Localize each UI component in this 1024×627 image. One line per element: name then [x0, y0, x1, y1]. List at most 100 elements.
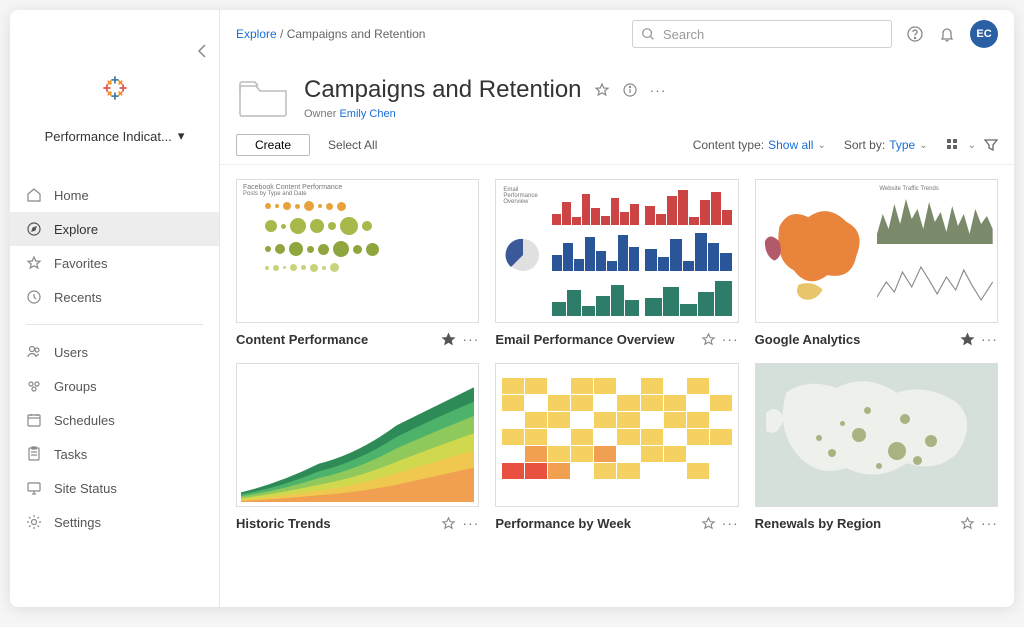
nav-item-tasks[interactable]: Tasks	[10, 437, 219, 471]
content-grid: Facebook Content Performance Posts by Ty…	[236, 179, 998, 531]
card-thumbnail[interactable]	[755, 363, 998, 507]
owner-label: Owner	[304, 108, 336, 120]
nav-item-recents[interactable]: Recents	[10, 280, 219, 314]
caret-down-icon: ▾	[178, 128, 185, 144]
card-title[interactable]: Performance by Week	[495, 516, 694, 531]
sidebar: Performance Indicat... ▾ Home Explore	[10, 10, 220, 607]
card-more-button[interactable]: ···	[722, 331, 739, 347]
content-card: Renewals by Region ···	[755, 363, 998, 531]
toolbar: Create Select All Content type: Show all…	[220, 120, 1014, 165]
nav-item-label: Explore	[54, 222, 98, 237]
card-more-button[interactable]: ···	[722, 515, 739, 531]
breadcrumb-current: Campaigns and Retention	[287, 27, 426, 41]
collapse-sidebar-button[interactable]	[197, 44, 207, 58]
card-more-button[interactable]: ···	[462, 331, 479, 347]
search-box[interactable]	[632, 20, 892, 48]
notifications-icon[interactable]	[938, 25, 956, 43]
chevron-down-icon: ⌄	[968, 140, 976, 151]
create-button[interactable]: Create	[236, 134, 310, 156]
content-card: Historic Trends ···	[236, 363, 479, 531]
favorite-page-button[interactable]	[594, 82, 610, 98]
nav-secondary: Users Groups Schedules Tasks	[10, 335, 219, 539]
page-header: Campaigns and Retention ··· Owner Emily …	[220, 58, 1014, 120]
favorite-button[interactable]	[960, 332, 975, 347]
favorite-button[interactable]	[701, 516, 716, 531]
content-type-value: Show all	[768, 138, 813, 152]
nav-item-label: Schedules	[54, 413, 115, 428]
gear-icon	[26, 514, 42, 530]
card-title[interactable]: Email Performance Overview	[495, 332, 694, 347]
nav-item-favorites[interactable]: Favorites	[10, 246, 219, 280]
topbar: Explore / Campaigns and Retention EC	[220, 10, 1014, 58]
chevron-down-icon: ⌄	[817, 140, 825, 151]
card-thumbnail[interactable]	[236, 363, 479, 507]
calendar-icon	[26, 412, 42, 428]
card-thumbnail[interactable]: Facebook Content Performance Posts by Ty…	[236, 179, 479, 323]
nav-item-groups[interactable]: Groups	[10, 369, 219, 403]
content-card: Website Traffic Trends	[755, 179, 998, 347]
nav-item-label: Groups	[54, 379, 97, 394]
card-title[interactable]: Content Performance	[236, 332, 435, 347]
help-icon[interactable]	[906, 25, 924, 43]
page-title: Campaigns and Retention	[304, 76, 582, 104]
nav-item-label: Users	[54, 345, 88, 360]
nav-item-label: Recents	[54, 290, 102, 305]
nav-item-label: Home	[54, 188, 89, 203]
more-actions-button[interactable]: ···	[650, 82, 667, 98]
nav-item-site-status[interactable]: Site Status	[10, 471, 219, 505]
sort-by-filter[interactable]: Sort by: Type ⌄	[844, 138, 928, 152]
sort-by-label: Sort by:	[844, 138, 885, 152]
nav-item-label: Site Status	[54, 481, 117, 496]
nav-item-label: Settings	[54, 515, 101, 530]
divider	[26, 324, 203, 325]
favorite-button[interactable]	[960, 516, 975, 531]
filter-button[interactable]	[984, 138, 998, 152]
user-avatar[interactable]: EC	[970, 20, 998, 48]
home-icon	[26, 187, 42, 203]
main-content: Explore / Campaigns and Retention EC	[220, 10, 1014, 607]
nav-item-schedules[interactable]: Schedules	[10, 403, 219, 437]
nav-item-users[interactable]: Users	[10, 335, 219, 369]
content-type-filter[interactable]: Content type: Show all ⌄	[693, 138, 826, 152]
users-icon	[26, 344, 42, 360]
groups-icon	[26, 378, 42, 394]
card-thumbnail[interactable]: Website Traffic Trends	[755, 179, 998, 323]
breadcrumb-root-link[interactable]: Explore	[236, 27, 277, 41]
site-status-icon	[26, 480, 42, 496]
owner-name-link[interactable]: Emily Chen	[339, 108, 395, 120]
card-title[interactable]: Google Analytics	[755, 332, 954, 347]
card-thumbnail[interactable]	[495, 363, 738, 507]
info-button[interactable]	[622, 82, 638, 98]
nav-item-home[interactable]: Home	[10, 178, 219, 212]
search-icon	[641, 27, 655, 41]
favorite-button[interactable]	[441, 516, 456, 531]
nav-item-label: Tasks	[54, 447, 87, 462]
site-switcher-label: Performance Indicat...	[45, 129, 172, 144]
breadcrumb: Explore / Campaigns and Retention	[236, 27, 425, 41]
favorite-button[interactable]	[701, 332, 716, 347]
card-more-button[interactable]: ···	[462, 515, 479, 531]
favorite-button[interactable]	[441, 332, 456, 347]
card-more-button[interactable]: ···	[981, 331, 998, 347]
card-title[interactable]: Renewals by Region	[755, 516, 954, 531]
explore-icon	[26, 221, 42, 237]
logo	[10, 10, 219, 106]
nav-item-settings[interactable]: Settings	[10, 505, 219, 539]
chevron-down-icon: ⌄	[919, 140, 927, 151]
nav-item-explore[interactable]: Explore	[10, 212, 219, 246]
nav-item-label: Favorites	[54, 256, 107, 271]
card-title[interactable]: Historic Trends	[236, 516, 435, 531]
search-input[interactable]	[663, 27, 883, 42]
site-switcher[interactable]: Performance Indicat... ▾	[10, 128, 219, 144]
content-card: Facebook Content Performance Posts by Ty…	[236, 179, 479, 347]
content-card: Performance by Week ···	[495, 363, 738, 531]
card-more-button[interactable]: ···	[981, 515, 998, 531]
card-thumbnail[interactable]: Email Performance Overview	[495, 179, 738, 323]
grid-view-button[interactable]	[946, 138, 960, 152]
clock-icon	[26, 289, 42, 305]
folder-icon	[236, 76, 290, 120]
sort-by-value: Type	[889, 138, 915, 152]
select-all-button[interactable]: Select All	[328, 138, 377, 152]
content-type-label: Content type:	[693, 138, 764, 152]
clipboard-icon	[26, 446, 42, 462]
